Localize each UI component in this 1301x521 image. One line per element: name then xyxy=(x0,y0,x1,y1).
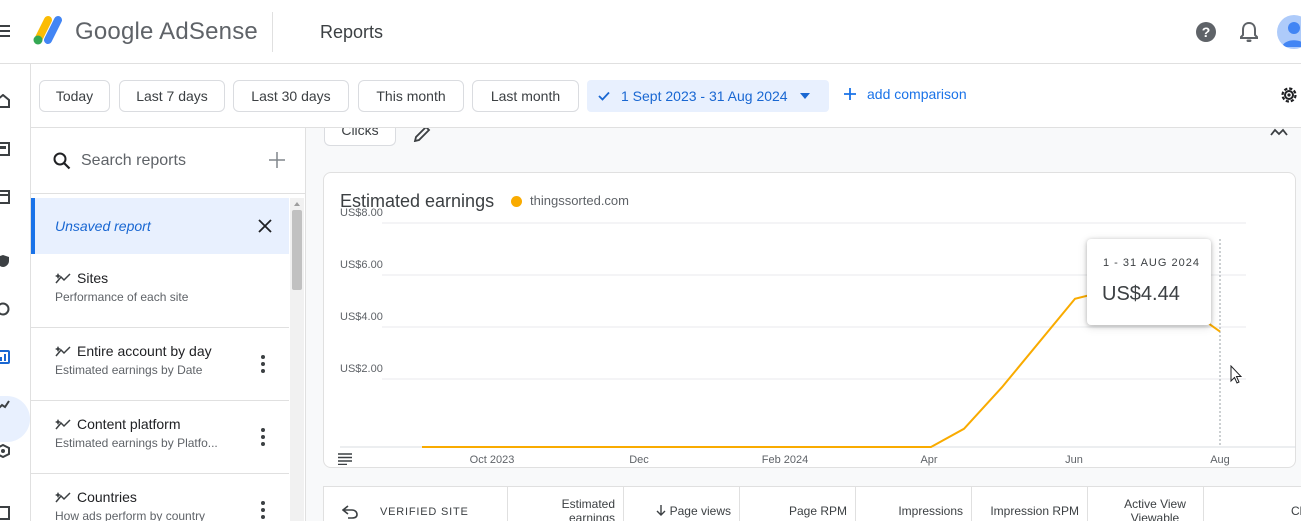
y-tick-label: US$6.00 xyxy=(340,259,383,271)
brand-safety-icon[interactable] xyxy=(0,444,10,458)
chip-last-month[interactable]: Last month xyxy=(472,80,579,112)
navigation-rail xyxy=(0,64,31,521)
reports-sidebar: Search reports Unsaved report Sites Perf… xyxy=(31,128,306,521)
add-report-plus-icon[interactable] xyxy=(269,152,285,168)
earnings-chart-card: Estimated earnings thingssorted.com US$2… xyxy=(323,172,1296,468)
report-item-content-platform[interactable]: Content platform Estimated earnings by P… xyxy=(31,401,289,474)
adsense-app: Google AdSense Reports ? Today Last 7 da… xyxy=(0,0,1301,521)
search-reports-input[interactable]: Search reports xyxy=(81,152,186,170)
menu-icon[interactable] xyxy=(0,22,10,42)
report-item-subtitle: Estimated earnings by Date xyxy=(55,363,203,377)
report-item-countries[interactable]: Countries How ads perform by country xyxy=(31,474,289,521)
plus-icon xyxy=(844,88,856,100)
collapse-chevron-icon[interactable] xyxy=(1270,128,1288,136)
report-item-subtitle: Estimated earnings by Platfo... xyxy=(55,436,218,450)
svg-text:?: ? xyxy=(1202,24,1211,40)
date-range-label: 1 Sept 2023 - 31 Aug 2024 xyxy=(621,88,788,104)
dropdown-caret-icon xyxy=(799,93,810,99)
search-reports-row[interactable]: Search reports xyxy=(31,128,305,194)
add-comparison-label: add comparison xyxy=(867,86,967,102)
check-icon xyxy=(598,91,610,101)
th-clicks[interactable]: Clicks xyxy=(1203,487,1301,521)
table-view-icon[interactable] xyxy=(338,453,352,465)
adsense-logo-icon xyxy=(33,16,62,45)
report-main: Clicks Estimated earnings thingssorted.c… xyxy=(306,128,1301,521)
more-vert-icon[interactable] xyxy=(261,355,265,373)
page-title: Reports xyxy=(320,22,384,42)
th-impressions[interactable]: Impressions xyxy=(855,487,971,521)
sparkle-icon xyxy=(55,273,71,284)
brand-name: Google AdSense xyxy=(75,18,258,45)
chart-tooltip: 1 - 31 AUG 2024 US$4.44 xyxy=(1087,239,1211,325)
report-item-title: Content platform xyxy=(77,416,181,432)
home-icon[interactable] xyxy=(0,94,10,108)
more-vert-icon[interactable] xyxy=(261,501,265,519)
th-page-views[interactable]: Page views xyxy=(623,487,739,521)
th-page-rpm[interactable]: Page RPM xyxy=(739,487,855,521)
ads-icon[interactable] xyxy=(0,142,10,156)
optimization-icon[interactable] xyxy=(0,302,10,316)
y-tick-label: US$4.00 xyxy=(340,311,383,323)
top-bar: Google AdSense Reports ? xyxy=(0,0,1301,64)
privacy-shield-icon[interactable] xyxy=(0,254,10,268)
search-icon xyxy=(53,152,71,170)
report-item-title: Countries xyxy=(77,489,137,505)
th-estimated-earnings[interactable]: Estimated earnings xyxy=(507,487,623,521)
chip-this-month[interactable]: This month xyxy=(358,80,464,112)
th-active-view-viewable[interactable]: Active View Viewable xyxy=(1087,487,1203,521)
settings-gear-icon[interactable] xyxy=(1278,84,1300,106)
unsaved-report-label: Unsaved report xyxy=(55,218,151,234)
report-item-title: Entire account by day xyxy=(77,343,212,359)
y-tick-label: US$8.00 xyxy=(340,207,383,219)
payments-trend-icon[interactable] xyxy=(0,398,10,412)
x-tick-label: Apr xyxy=(920,454,937,466)
chip-last-7-days[interactable]: Last 7 days xyxy=(119,80,225,112)
report-item-subtitle: Performance of each site xyxy=(55,290,189,304)
edit-pencil-icon[interactable] xyxy=(412,128,432,142)
chip-last-30-days[interactable]: Last 30 days xyxy=(233,80,349,112)
x-tick-label: Dec xyxy=(629,454,649,466)
account-avatar[interactable] xyxy=(1277,15,1301,49)
th-impression-rpm[interactable]: Impression RPM xyxy=(971,487,1087,521)
sort-down-arrow-icon xyxy=(656,505,666,516)
scrollbar-thumb[interactable] xyxy=(292,210,302,290)
sparkle-icon xyxy=(55,492,71,503)
report-item-title: Sites xyxy=(77,270,109,286)
x-tick-label: Feb 2024 xyxy=(762,454,808,466)
notifications-bell-icon[interactable] xyxy=(1239,21,1259,43)
tooltip-date: 1 - 31 AUG 2024 xyxy=(1103,257,1200,269)
mouse-pointer-icon xyxy=(1230,365,1242,384)
sites-icon[interactable] xyxy=(0,190,10,204)
x-tick-label: Aug xyxy=(1210,454,1230,466)
date-filter-bar: Today Last 7 days Last 30 days This mont… xyxy=(31,64,1301,128)
tooltip-value: US$4.44 xyxy=(1102,283,1180,305)
sparkle-icon xyxy=(55,346,71,357)
report-table-header: VERIFIED SITE Estimated earnings Page vi… xyxy=(323,486,1301,521)
account-icon[interactable] xyxy=(0,506,10,520)
more-vert-icon[interactable] xyxy=(261,428,265,446)
scroll-up-arrow-icon[interactable] xyxy=(294,202,300,206)
report-item-entire-account-by-day[interactable]: Entire account by day Estimated earnings… xyxy=(31,328,289,401)
help-icon[interactable]: ? xyxy=(1195,21,1217,43)
sparkle-icon xyxy=(55,419,71,430)
add-comparison-link[interactable]: add comparison xyxy=(843,86,967,102)
back-arrow-icon[interactable] xyxy=(342,505,358,519)
close-icon[interactable] xyxy=(257,218,273,234)
y-tick-label: US$2.00 xyxy=(340,363,383,375)
unsaved-report-item[interactable]: Unsaved report xyxy=(31,198,289,254)
reports-icon[interactable] xyxy=(0,350,10,364)
report-item-sites[interactable]: Sites Performance of each site xyxy=(31,255,289,328)
metric-chip-clicks[interactable]: Clicks xyxy=(324,128,396,146)
header-divider xyxy=(272,12,273,52)
x-tick-label: Oct 2023 xyxy=(470,454,515,466)
x-tick-label: Jun xyxy=(1065,454,1083,466)
th-verified-site[interactable]: VERIFIED SITE xyxy=(380,506,469,518)
date-range-selector[interactable]: 1 Sept 2023 - 31 Aug 2024 xyxy=(587,80,829,112)
sidebar-scrollbar[interactable] xyxy=(290,198,304,521)
report-item-subtitle: How ads perform by country xyxy=(55,509,206,521)
chip-today[interactable]: Today xyxy=(39,80,110,112)
